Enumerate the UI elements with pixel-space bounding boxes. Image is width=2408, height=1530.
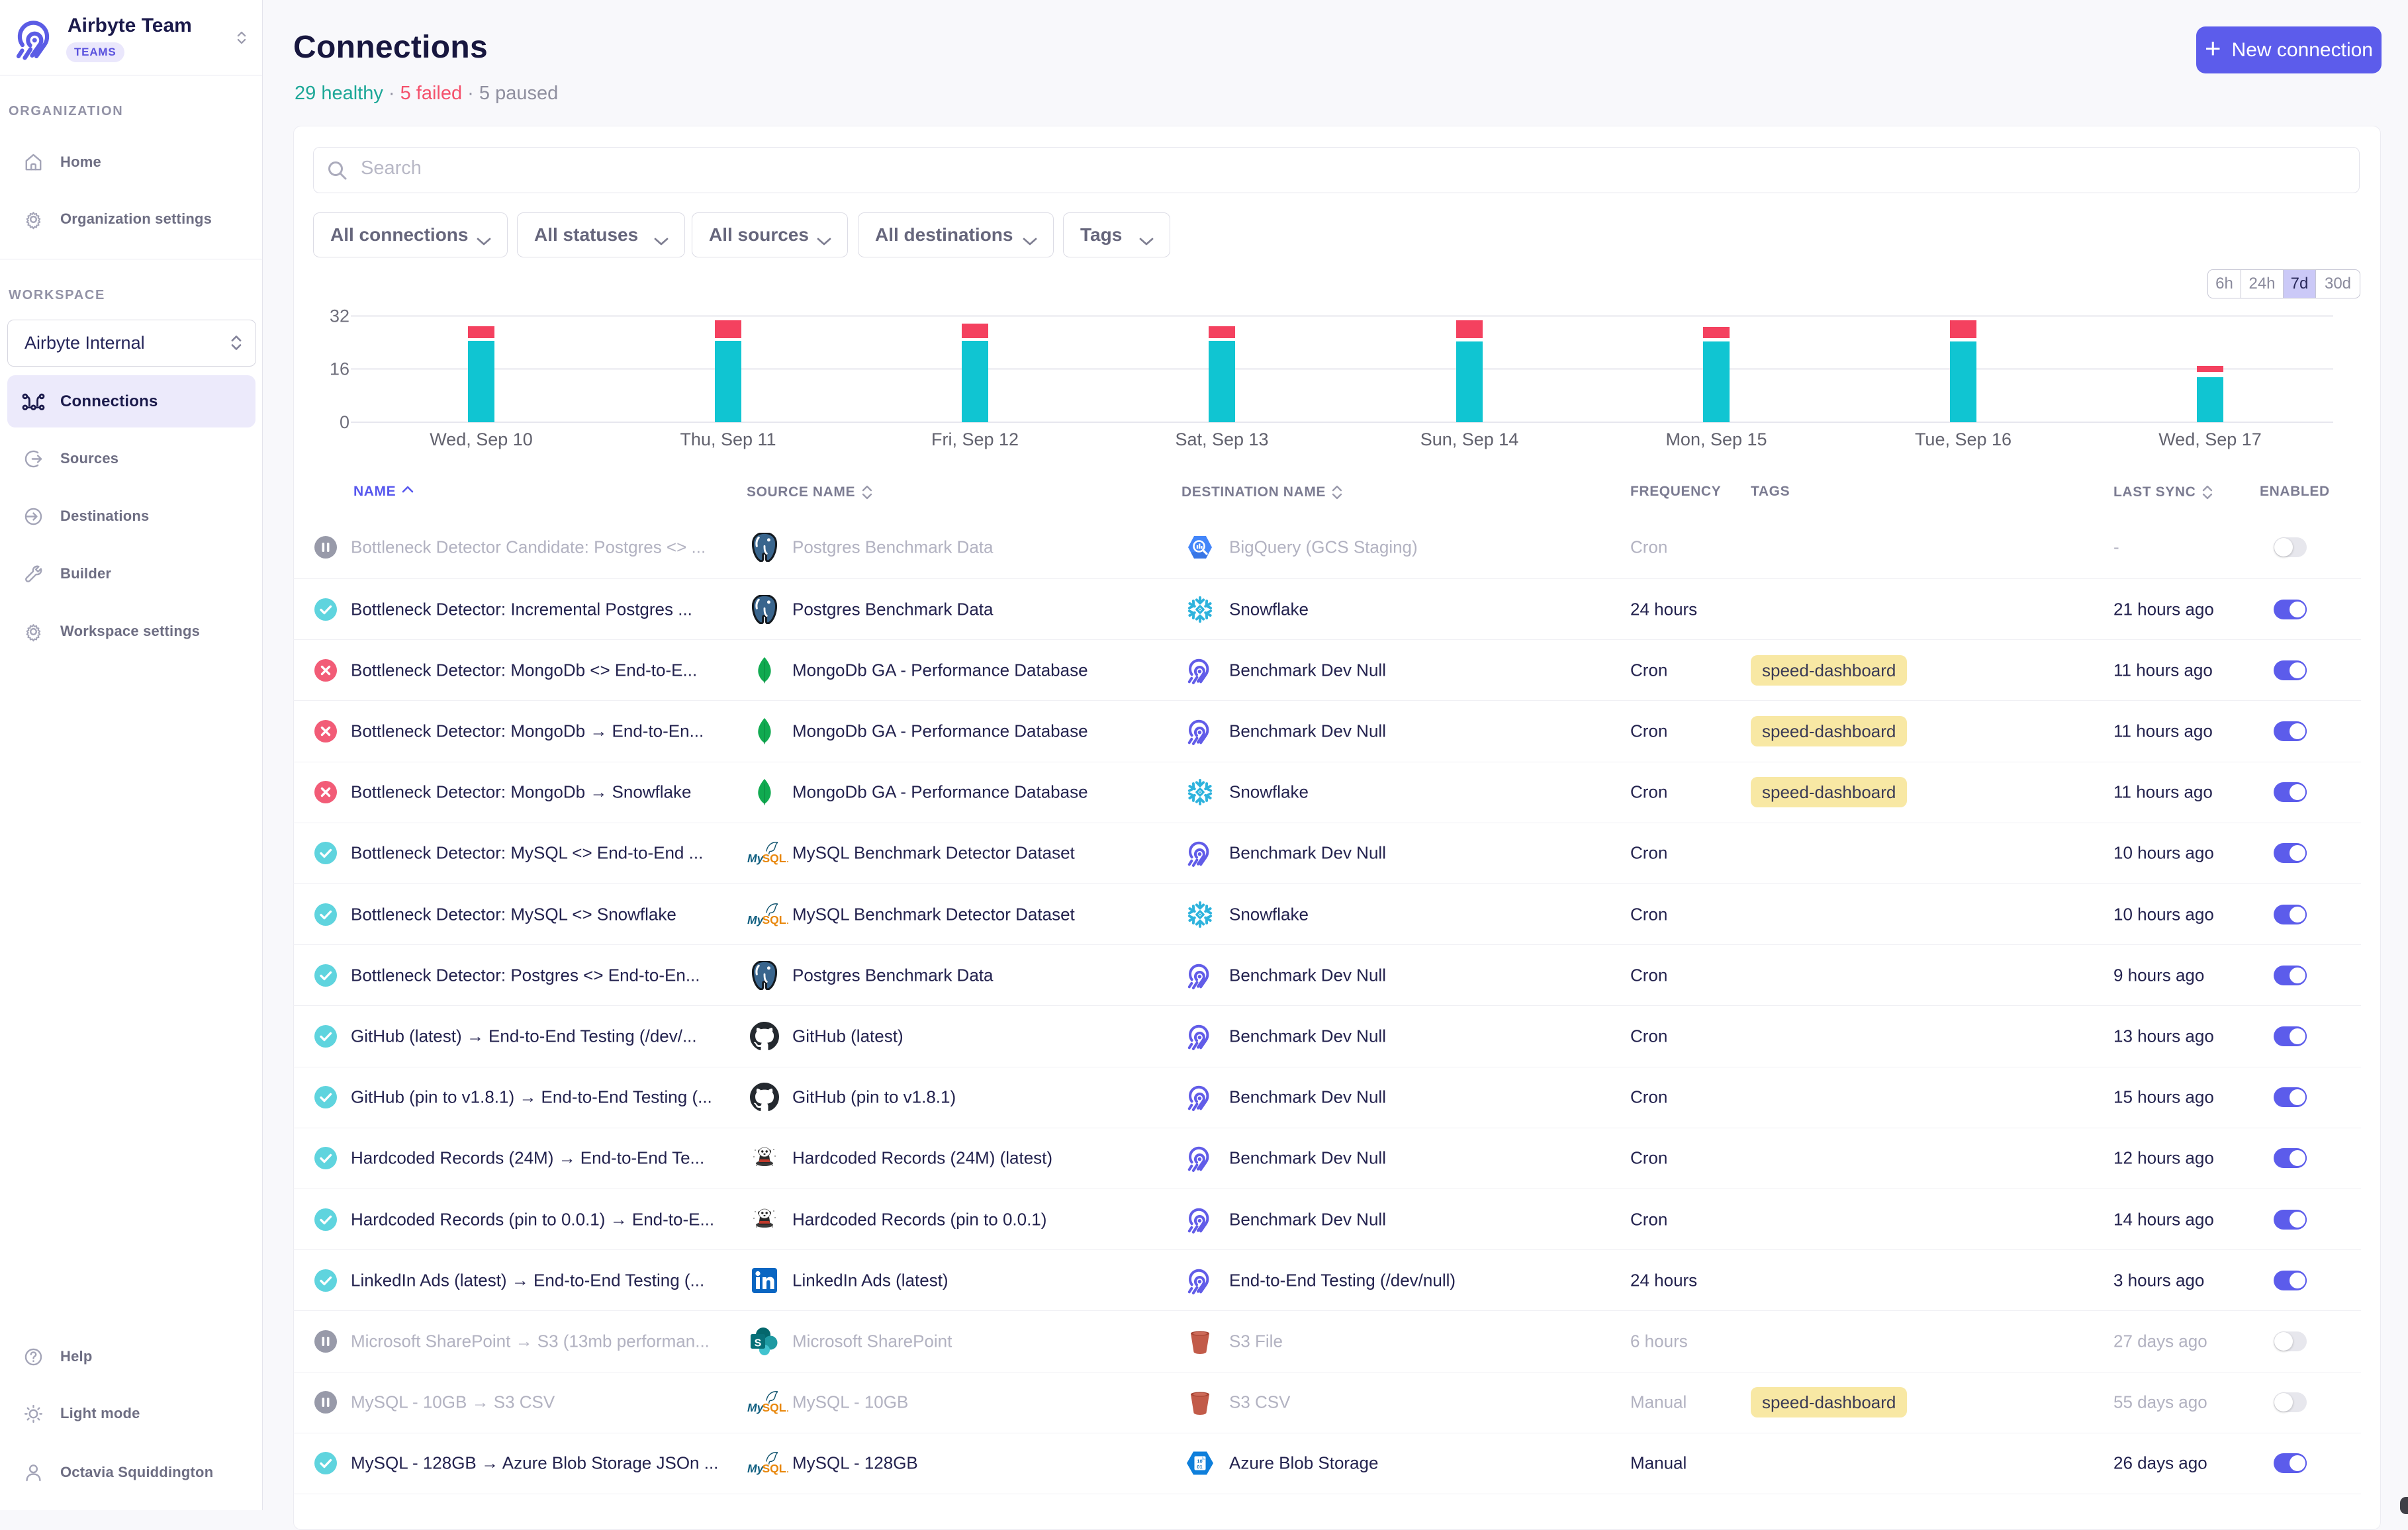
svg-text:Mon, Sep 15: Mon, Sep 15 xyxy=(1665,429,1767,449)
svg-text:16: 16 xyxy=(330,359,349,379)
svg-text:..: .. xyxy=(784,1404,789,1414)
svg-text:Wed, Sep 10: Wed, Sep 10 xyxy=(430,429,533,449)
svg-text:01: 01 xyxy=(1197,1464,1203,1470)
svg-text:32: 32 xyxy=(330,306,349,326)
svg-text:SQL: SQL xyxy=(763,1462,786,1475)
svg-text:Fri, Sep 12: Fri, Sep 12 xyxy=(931,429,1019,449)
svg-text:SQL: SQL xyxy=(763,852,786,865)
svg-text:Thu, Sep 11: Thu, Sep 11 xyxy=(680,429,776,449)
svg-text:..: .. xyxy=(784,917,789,926)
svg-text:Wed, Sep 17: Wed, Sep 17 xyxy=(2158,429,2262,449)
svg-text:Tue, Sep 16: Tue, Sep 16 xyxy=(1915,429,2012,449)
svg-text:S: S xyxy=(755,1337,762,1349)
svg-text:SQL: SQL xyxy=(763,1401,786,1414)
svg-text:0: 0 xyxy=(340,412,349,432)
svg-text:SQL: SQL xyxy=(763,913,786,926)
svg-text:Sun, Sep 14: Sun, Sep 14 xyxy=(1420,429,1519,449)
svg-text:..: .. xyxy=(784,1465,789,1474)
svg-text:..: .. xyxy=(784,855,789,864)
svg-text:Sat, Sep 13: Sat, Sep 13 xyxy=(1175,429,1268,449)
